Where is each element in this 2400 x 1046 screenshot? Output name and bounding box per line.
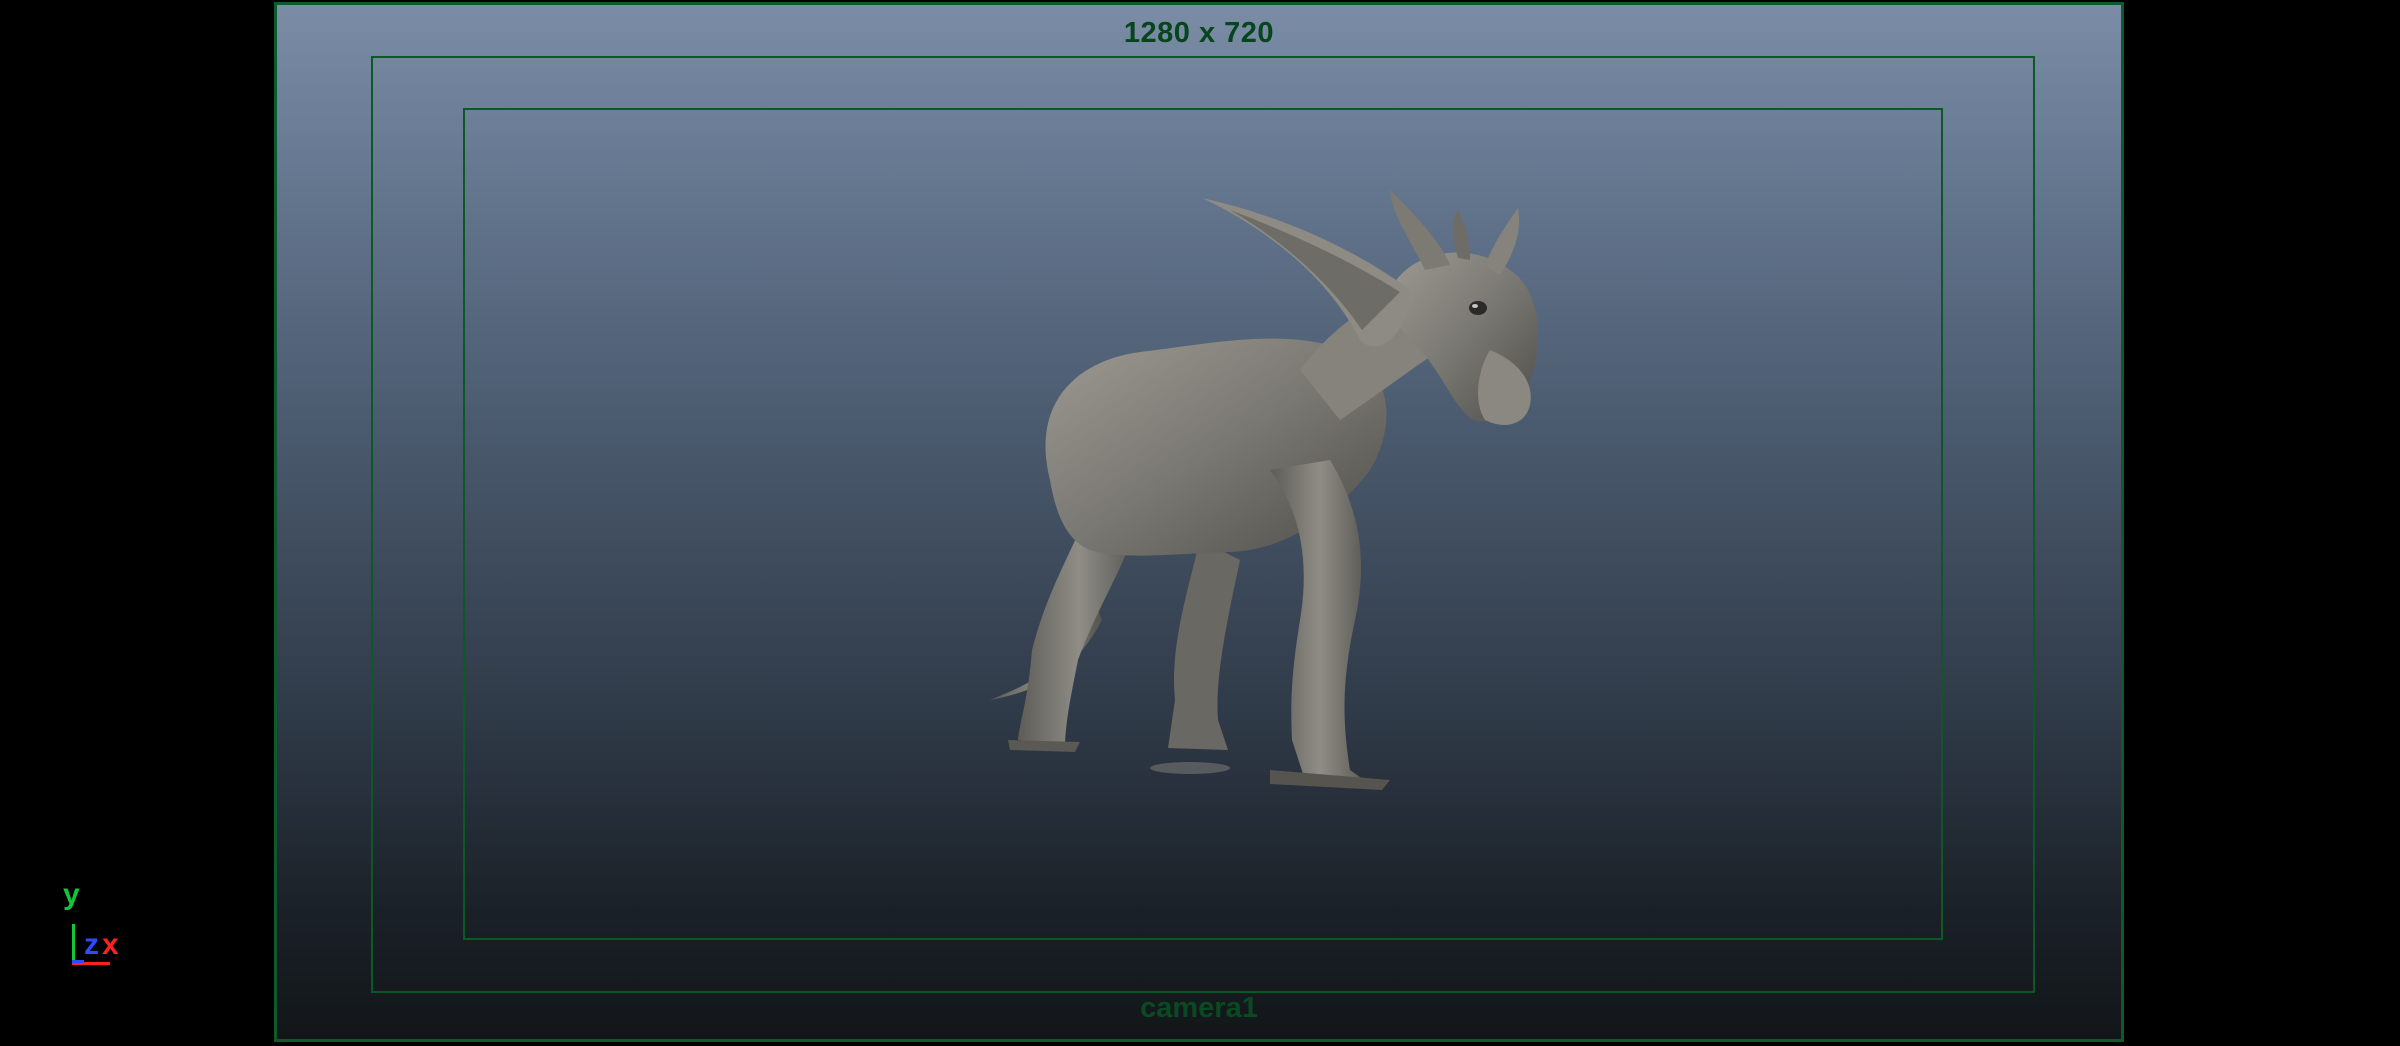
axis-y-label: y [63, 878, 80, 911]
axis-z-label: z [84, 928, 99, 961]
axis-x-label: x [102, 928, 119, 961]
hind-foot [1008, 740, 1080, 752]
view-axis-gizmo: y z x [58, 880, 138, 980]
creature-model[interactable] [970, 180, 1570, 820]
axis-y-line [72, 924, 75, 964]
axis-z-line [72, 960, 84, 963]
horn-middle [1452, 210, 1470, 260]
creature-ear [1202, 198, 1410, 347]
ground-shadow [1150, 762, 1230, 774]
maya-viewport[interactable]: 1280 x 720 camera1 y z x [0, 0, 2400, 1046]
resolution-label: 1280 x 720 [1123, 17, 1275, 49]
horn-right [1485, 208, 1520, 275]
creature-eye-highlight [1472, 304, 1478, 308]
creature-eye [1469, 301, 1487, 315]
front-leg-far [1168, 540, 1240, 750]
camera-name-label: camera1 [1140, 992, 1258, 1024]
horn-left [1390, 190, 1450, 270]
